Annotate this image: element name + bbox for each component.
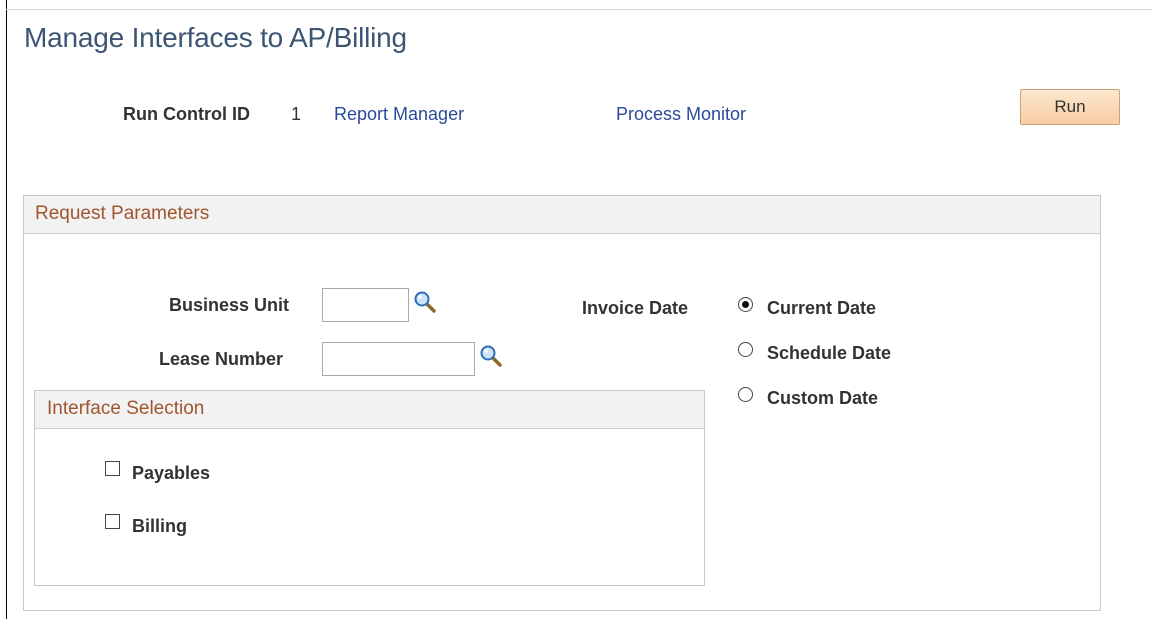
page-title: Manage Interfaces to AP/Billing — [24, 22, 407, 53]
custom-date-radio[interactable] — [738, 387, 753, 402]
payables-checkbox[interactable] — [105, 461, 120, 476]
business-unit-input[interactable] — [322, 288, 409, 322]
frame-border-left — [6, 0, 7, 619]
lease-number-input[interactable] — [322, 342, 475, 376]
run-control-id-value: 1 — [291, 104, 302, 124]
billing-checkbox[interactable] — [105, 514, 120, 529]
invoice-date-label: Invoice Date — [582, 298, 689, 318]
billing-label: Billing — [132, 516, 187, 536]
schedule-date-radio[interactable] — [738, 342, 753, 357]
run-control-id-label: Run Control ID — [123, 104, 250, 124]
request-parameters-title: Request Parameters — [35, 203, 210, 224]
report-manager-link[interactable]: Report Manager — [334, 104, 464, 125]
magnifying-glass-icon[interactable] — [479, 344, 503, 368]
schedule-date-label: Schedule Date — [767, 343, 892, 363]
business-unit-label: Business Unit — [169, 295, 290, 315]
process-monitor-link[interactable]: Process Monitor — [616, 104, 746, 125]
lease-number-label: Lease Number — [159, 349, 284, 369]
current-date-label: Current Date — [767, 298, 877, 318]
current-date-radio[interactable] — [738, 297, 753, 312]
frame-border-top — [6, 9, 1152, 10]
payables-label: Payables — [132, 463, 211, 483]
custom-date-label: Custom Date — [767, 388, 879, 408]
run-button[interactable]: Run — [1020, 89, 1120, 125]
magnifying-glass-icon[interactable] — [413, 290, 437, 314]
interface-selection-title: Interface Selection — [47, 398, 205, 419]
